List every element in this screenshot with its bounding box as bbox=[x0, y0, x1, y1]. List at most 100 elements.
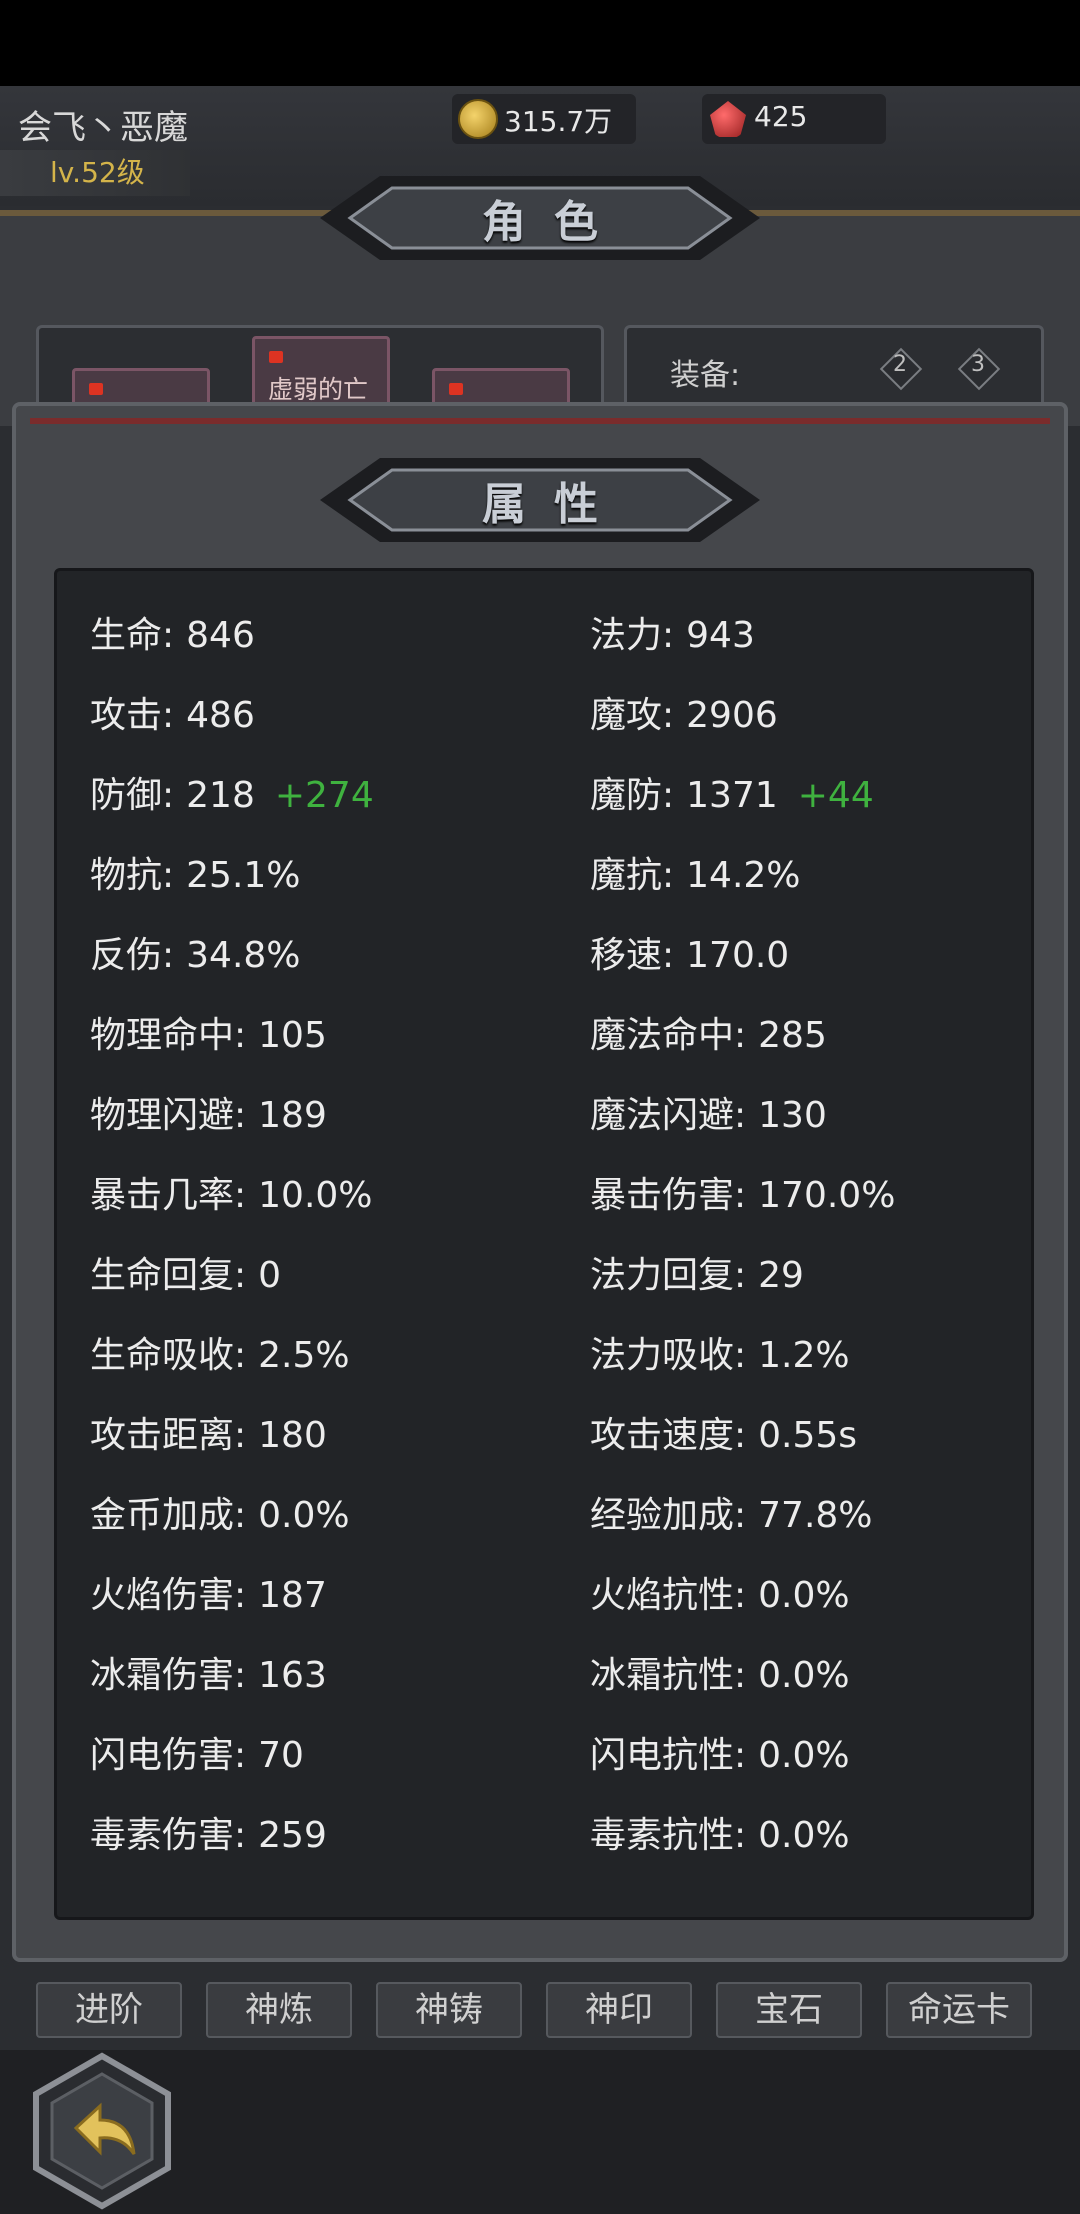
player-name: 会飞丶恶魔 bbox=[18, 108, 188, 148]
stat-label: 魔法命中: bbox=[590, 1015, 747, 1056]
tab-refine[interactable]: 神炼 bbox=[206, 1982, 352, 2038]
tab-forge[interactable]: 神铸 bbox=[376, 1982, 522, 2038]
equipment-label: 装备: bbox=[670, 358, 741, 393]
stat-right-7: 暴击伤害: 170.0% bbox=[590, 1166, 895, 1218]
stat-left-1: 攻击: 486 bbox=[90, 686, 255, 738]
stat-left-4: 反伤: 34.8% bbox=[90, 926, 301, 978]
stat-bonus: +44 bbox=[797, 775, 874, 816]
stat-label: 火焰伤害: bbox=[90, 1575, 247, 1616]
stat-value: 0.0% bbox=[758, 1815, 850, 1856]
equip-slot-2[interactable]: 2 bbox=[879, 347, 923, 391]
stat-value: 29 bbox=[758, 1255, 804, 1296]
equip-slot-3[interactable]: 3 bbox=[957, 347, 1001, 391]
lock-icon bbox=[449, 383, 463, 395]
stat-label: 法力回复: bbox=[590, 1255, 747, 1296]
stat-label: 生命: bbox=[90, 615, 175, 656]
stat-left-13: 冰霜伤害: 163 bbox=[90, 1646, 327, 1698]
stat-value: 285 bbox=[758, 1015, 827, 1056]
stat-label: 闪电伤害: bbox=[90, 1735, 247, 1776]
stat-label: 法力吸收: bbox=[590, 1335, 747, 1376]
stat-label: 法力: bbox=[590, 615, 675, 656]
stat-right-9: 法力吸收: 1.2% bbox=[590, 1326, 850, 1378]
gold-counter[interactable]: 315.7万 bbox=[452, 94, 636, 144]
stat-left-12: 火焰伤害: 187 bbox=[90, 1566, 327, 1618]
character-title-banner: 角色 bbox=[320, 168, 760, 268]
stat-right-8: 法力回复: 29 bbox=[590, 1246, 804, 1298]
tab-seal[interactable]: 神印 bbox=[546, 1982, 692, 2038]
stat-value: 0.0% bbox=[758, 1575, 850, 1616]
stat-label: 魔法闪避: bbox=[590, 1095, 747, 1136]
stat-value: 2906 bbox=[686, 695, 778, 736]
stat-right-2: 魔防: 1371 +44 bbox=[590, 766, 874, 818]
stat-value: 1.2% bbox=[758, 1335, 850, 1376]
stat-label: 火焰抗性: bbox=[590, 1575, 747, 1616]
stat-left-14: 闪电伤害: 70 bbox=[90, 1726, 304, 1778]
stat-label: 防御: bbox=[90, 775, 175, 816]
stat-left-0: 生命: 846 bbox=[90, 606, 255, 658]
stat-right-10: 攻击速度: 0.55s bbox=[590, 1406, 857, 1458]
stat-right-13: 冰霜抗性: 0.0% bbox=[590, 1646, 850, 1698]
stat-value: 0 bbox=[258, 1255, 282, 1296]
stat-value: 0.0% bbox=[258, 1495, 350, 1536]
stat-label: 攻击: bbox=[90, 695, 175, 736]
stat-label: 冰霜伤害: bbox=[90, 1655, 247, 1696]
stat-left-11: 金币加成: 0.0% bbox=[90, 1486, 350, 1538]
tab-fate-card[interactable]: 命运卡 bbox=[886, 1982, 1032, 2038]
tab-gem[interactable]: 宝石 bbox=[716, 1982, 862, 2038]
character-title: 角色 bbox=[482, 197, 626, 248]
stat-value: 77.8% bbox=[758, 1495, 873, 1536]
stat-label: 物理命中: bbox=[90, 1015, 247, 1056]
stat-label: 暴击伤害: bbox=[590, 1175, 747, 1216]
stat-left-15: 毒素伤害: 259 bbox=[90, 1806, 327, 1858]
red-gem-icon bbox=[710, 101, 746, 137]
stat-right-0: 法力: 943 bbox=[590, 606, 755, 658]
tab-advance[interactable]: 进阶 bbox=[36, 1982, 182, 2038]
stat-label: 魔抗: bbox=[590, 855, 675, 896]
stat-right-11: 经验加成: 77.8% bbox=[590, 1486, 873, 1538]
stat-right-6: 魔法闪避: 130 bbox=[590, 1086, 827, 1138]
stat-label: 毒素伤害: bbox=[90, 1815, 247, 1856]
attributes-title: 属性 bbox=[482, 479, 626, 530]
stat-left-10: 攻击距离: 180 bbox=[90, 1406, 327, 1458]
back-arrow-icon bbox=[33, 2052, 171, 2210]
stat-label: 魔攻: bbox=[590, 695, 675, 736]
status-bar bbox=[0, 0, 1080, 86]
stat-right-12: 火焰抗性: 0.0% bbox=[590, 1566, 850, 1618]
stat-value: 218 bbox=[186, 775, 255, 816]
stat-left-8: 生命回复: 0 bbox=[90, 1246, 281, 1298]
stat-label: 毒素抗性: bbox=[590, 1815, 747, 1856]
divider bbox=[30, 418, 1050, 424]
player-level: lv.52级 bbox=[0, 150, 190, 196]
stat-right-3: 魔抗: 14.2% bbox=[590, 846, 801, 898]
gem-counter[interactable]: 425 bbox=[702, 94, 886, 144]
stat-label: 攻击速度: bbox=[590, 1415, 747, 1456]
stat-value: 943 bbox=[686, 615, 755, 656]
stat-label: 攻击距离: bbox=[90, 1415, 247, 1456]
stat-left-9: 生命吸收: 2.5% bbox=[90, 1326, 350, 1378]
stat-label: 物理闪避: bbox=[90, 1095, 247, 1136]
stat-value: 486 bbox=[186, 695, 255, 736]
lock-icon bbox=[89, 383, 103, 395]
stat-value: 34.8% bbox=[186, 935, 301, 976]
stat-value: 846 bbox=[186, 615, 255, 656]
stat-label: 金币加成: bbox=[90, 1495, 247, 1536]
stat-value: 2.5% bbox=[258, 1335, 350, 1376]
stat-right-1: 魔攻: 2906 bbox=[590, 686, 778, 738]
gem-value: 425 bbox=[754, 100, 808, 133]
stat-value: 70 bbox=[258, 1735, 304, 1776]
stat-left-7: 暴击几率: 10.0% bbox=[90, 1166, 373, 1218]
stat-right-4: 移速: 170.0 bbox=[590, 926, 789, 978]
stat-label: 生命回复: bbox=[90, 1255, 247, 1296]
attributes-title-banner: 属性 bbox=[320, 450, 760, 550]
stat-label: 移速: bbox=[590, 935, 675, 976]
stat-label: 冰霜抗性: bbox=[590, 1655, 747, 1696]
stat-value: 105 bbox=[258, 1015, 327, 1056]
stat-right-5: 魔法命中: 285 bbox=[590, 1006, 827, 1058]
stat-value: 0.55s bbox=[758, 1415, 858, 1456]
stat-value: 0.0% bbox=[758, 1735, 850, 1776]
back-button[interactable] bbox=[30, 2052, 174, 2210]
stat-value: 14.2% bbox=[686, 855, 801, 896]
stat-value: 170.0% bbox=[758, 1175, 896, 1216]
stat-value: 189 bbox=[258, 1095, 327, 1136]
stat-bonus: +274 bbox=[274, 775, 374, 816]
